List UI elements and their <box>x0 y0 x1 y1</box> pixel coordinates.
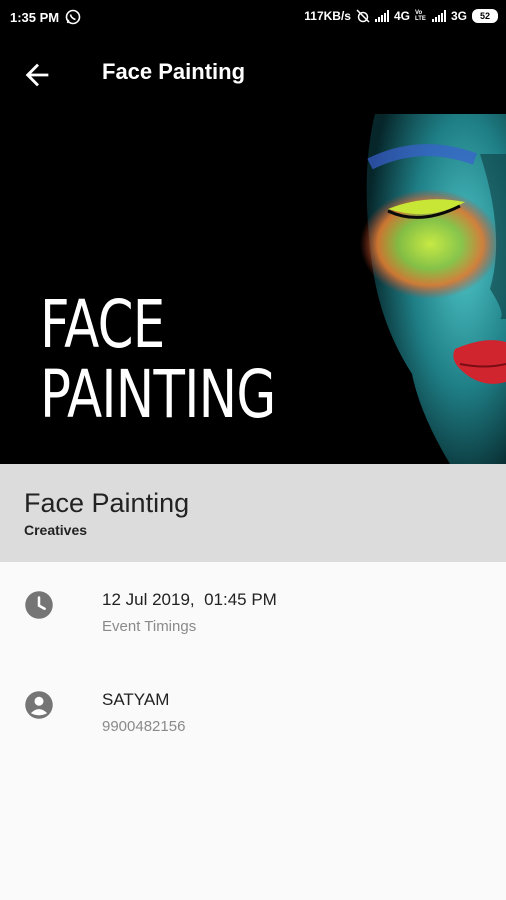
contact-phone[interactable]: 9900482156 <box>102 718 185 735</box>
event-header: Face Painting Creatives <box>0 464 506 562</box>
network-label-1: 4G <box>393 9 410 23</box>
status-left: 1:35 PM <box>10 9 81 25</box>
contact-name: SATYAM <box>102 690 170 709</box>
back-arrow-icon[interactable] <box>20 58 54 92</box>
status-time: 1:35 PM <box>10 9 60 25</box>
event-datetime-caption: Event Timings <box>102 618 197 635</box>
status-bar: 1:35 PM 117KB/s 4G Vo LTE 3G 52 <box>0 0 506 34</box>
volte-label: Vo LTE <box>414 10 426 22</box>
net-speed: 117KB/s <box>304 9 351 23</box>
app-bar: Face Painting <box>0 34 506 114</box>
event-timing-row: 12 Jul 2019, 01:45 PM Event Timings <box>0 590 506 670</box>
event-name: Face Painting <box>24 488 190 518</box>
page-title: Face Painting <box>102 59 246 84</box>
banner-title: FACE PAINTING <box>40 286 276 433</box>
painted-face-illustration <box>360 114 506 464</box>
signal-icon-1 <box>374 10 389 22</box>
whatsapp-icon <box>65 9 81 25</box>
status-right: 117KB/s 4G Vo LTE 3G 52 <box>304 9 498 23</box>
banner-title-line1: FACE <box>40 286 165 363</box>
network-label-2: 3G <box>450 9 467 23</box>
signal-icon-2 <box>431 10 446 22</box>
account-circle-icon <box>25 691 53 719</box>
event-category: Creatives <box>24 522 88 538</box>
event-datetime: 12 Jul 2019, 01:45 PM <box>102 590 277 609</box>
clock-icon <box>25 591 53 619</box>
banner-title-line2: PAINTING <box>40 356 276 433</box>
contact-row: SATYAM 9900482156 <box>0 690 506 770</box>
battery-icon: 52 <box>472 9 498 23</box>
event-banner-image: FACE PAINTING <box>0 114 506 464</box>
alarm-off-icon <box>356 9 370 23</box>
